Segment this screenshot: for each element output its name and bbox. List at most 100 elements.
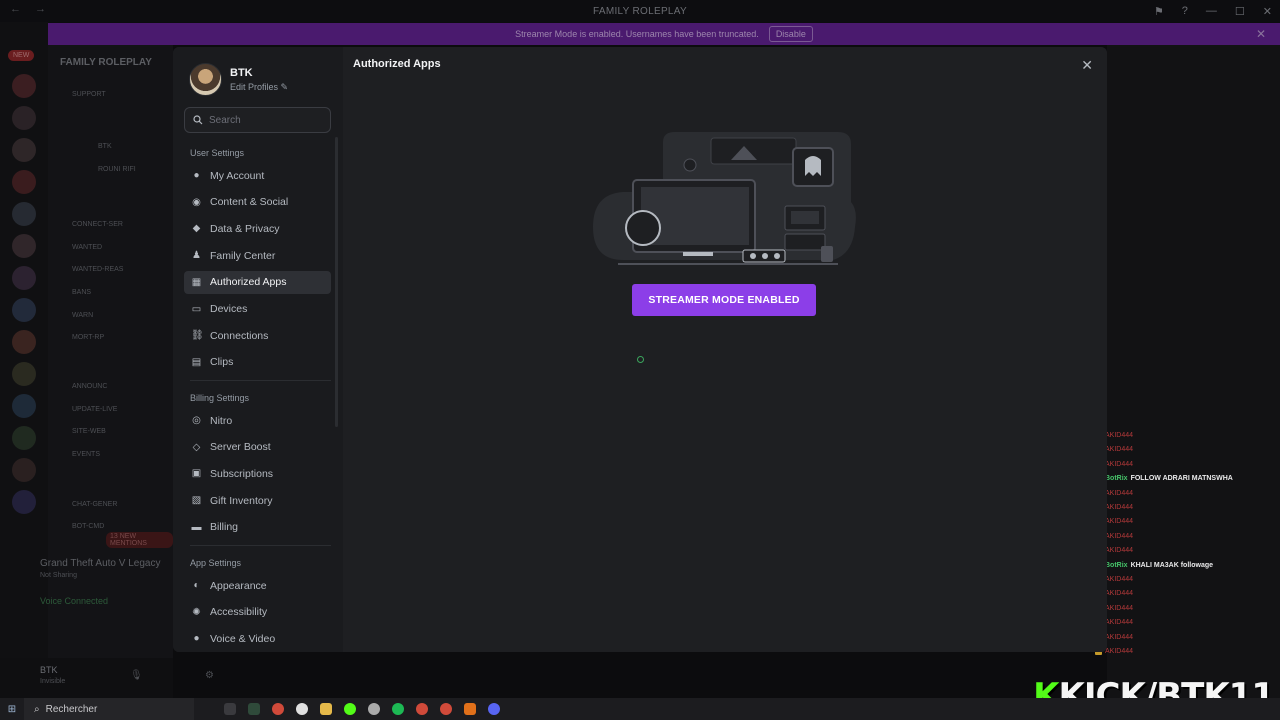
- window-controls: ⚑ ? — ☐ ✕: [1154, 0, 1272, 22]
- channel-item[interactable]: ANNOUNC: [72, 383, 107, 390]
- channel-item[interactable]: SITE-WEB: [72, 428, 106, 435]
- app-icon[interactable]: [464, 703, 476, 715]
- banner-close-icon[interactable]: ✕: [1256, 27, 1266, 41]
- sidebar-item-accessibility[interactable]: ✺ Accessibility: [184, 601, 331, 624]
- chat-username[interactable]: AKID444: [1105, 446, 1133, 453]
- chat-username[interactable]: BotRix: [1105, 475, 1128, 482]
- chat-username[interactable]: AKID444: [1105, 648, 1133, 655]
- inbox-icon[interactable]: ⚑: [1154, 5, 1164, 18]
- server-icon[interactable]: [12, 298, 36, 322]
- chat-username[interactable]: AKID444: [1105, 590, 1133, 597]
- maximize-button[interactable]: ☐: [1235, 5, 1245, 18]
- chrome-icon[interactable]: [272, 703, 284, 715]
- sidebar-item-my-account[interactable]: ● My Account: [184, 164, 331, 187]
- chat-username[interactable]: AKID444: [1105, 490, 1133, 497]
- sidebar-item-family-center[interactable]: ♟ Family Center: [184, 244, 331, 267]
- channel-item[interactable]: WANTED-REAS: [72, 266, 123, 273]
- spotify-icon[interactable]: [392, 703, 404, 715]
- kick-app-icon[interactable]: [344, 703, 356, 715]
- back-arrow-icon[interactable]: ←: [10, 3, 21, 15]
- sidebar-item-subscriptions[interactable]: ▣ Subscriptions: [184, 462, 331, 485]
- channel-item[interactable]: CONNECT-SER: [72, 221, 123, 228]
- sidebar-item-data-privacy[interactable]: ◆ Data & Privacy: [184, 217, 331, 240]
- help-icon[interactable]: ?: [1182, 5, 1188, 17]
- sidebar-item-appearance[interactable]: ◐ Appearance: [184, 574, 331, 597]
- server-icon[interactable]: [12, 330, 36, 354]
- channel-item[interactable]: BTK: [98, 143, 112, 150]
- sidebar-item-clips[interactable]: ▤ Clips: [184, 351, 331, 374]
- avatar: [189, 63, 222, 96]
- sidebar-item-devices[interactable]: ▭ Devices: [184, 298, 331, 321]
- profile-header[interactable]: BTK Edit Profiles ✎: [189, 63, 288, 96]
- forward-arrow-icon[interactable]: →: [35, 3, 46, 15]
- taskbar-search[interactable]: ⌕ Rechercher: [24, 698, 194, 720]
- server-icon[interactable]: [12, 426, 36, 450]
- channel-item[interactable]: MORT-RP: [72, 334, 104, 341]
- mic-icon[interactable]: 🎙: [130, 670, 143, 681]
- channel-item[interactable]: CHAT-GENER: [72, 501, 117, 508]
- sidebar-item-billing[interactable]: ▬ Billing: [184, 516, 331, 539]
- divider: [190, 380, 331, 381]
- server-icon[interactable]: [12, 170, 36, 194]
- chat-username[interactable]: AKID444: [1105, 432, 1133, 439]
- channel-item[interactable]: ROUNI RIFI: [98, 166, 136, 173]
- channel-item[interactable]: BOT-CMD: [72, 523, 104, 530]
- channel-item[interactable]: BANS: [72, 289, 91, 296]
- channel-item[interactable]: WANTED: [72, 244, 102, 251]
- sidebar-item-nitro[interactable]: ◎ Nitro: [184, 409, 331, 432]
- sidebar-item-voice-video[interactable]: ● Voice & Video: [184, 627, 331, 650]
- close-icon[interactable]: ✕: [1081, 57, 1093, 74]
- app-icon[interactable]: [296, 703, 308, 715]
- edit-profiles-link[interactable]: Edit Profiles ✎: [230, 82, 288, 93]
- chat-username[interactable]: BotRix: [1105, 562, 1128, 569]
- chat-username[interactable]: AKID444: [1105, 518, 1133, 525]
- discord-icon[interactable]: [488, 703, 500, 715]
- windows-start-icon[interactable]: ⊞: [0, 704, 24, 715]
- channel-item[interactable]: UPDATE-LIVE: [72, 406, 117, 413]
- server-icon[interactable]: [12, 74, 36, 98]
- mentions-badge[interactable]: 13 NEW MENTIONS: [106, 532, 173, 548]
- server-icon[interactable]: [12, 394, 36, 418]
- obs-icon[interactable]: [368, 703, 380, 715]
- chrome-icon[interactable]: [416, 703, 428, 715]
- search-icon: [193, 115, 203, 125]
- disable-button[interactable]: Disable: [768, 26, 813, 42]
- close-window-button[interactable]: ✕: [1263, 5, 1272, 18]
- chrome-icon[interactable]: [440, 703, 452, 715]
- server-icon[interactable]: [12, 138, 36, 162]
- chat-username[interactable]: AKID444: [1105, 504, 1133, 511]
- server-icon[interactable]: [12, 106, 36, 130]
- sidebar-item-server-boost[interactable]: ◇ Server Boost: [184, 436, 331, 459]
- server-icon[interactable]: [12, 458, 36, 482]
- content-icon: ◉: [192, 196, 201, 208]
- server-icon[interactable]: [12, 362, 36, 386]
- channel-item[interactable]: WARN: [72, 312, 93, 319]
- chat-username[interactable]: AKID444: [1105, 619, 1133, 626]
- sidebar-item-gift-inventory[interactable]: ▧ Gift Inventory: [184, 489, 331, 512]
- channel-item[interactable]: EVENTS: [72, 451, 100, 458]
- server-icon[interactable]: [12, 234, 36, 258]
- channel-item[interactable]: SUPPORT: [72, 91, 106, 98]
- chat-username[interactable]: AKID444: [1105, 533, 1133, 540]
- sidebar-scrollbar[interactable]: [335, 137, 338, 427]
- minimize-button[interactable]: —: [1206, 5, 1217, 17]
- sidebar-item-content-social[interactable]: ◉ Content & Social: [184, 191, 331, 214]
- settings-gear-icon[interactable]: ⚙: [205, 670, 214, 681]
- settings-search[interactable]: Search: [184, 107, 331, 133]
- sidebar-item-authorized-apps[interactable]: ▦ Authorized Apps: [184, 270, 331, 294]
- app-icon[interactable]: [248, 703, 260, 715]
- mic-icon: ●: [193, 633, 200, 645]
- chat-username[interactable]: AKID444: [1105, 605, 1133, 612]
- chat-username[interactable]: AKID444: [1105, 547, 1133, 554]
- streamer-mode-button[interactable]: STREAMER MODE ENABLED: [632, 284, 816, 316]
- server-icon[interactable]: [12, 490, 36, 514]
- chat-username[interactable]: AKID444: [1105, 576, 1133, 583]
- task-view-icon[interactable]: [224, 703, 236, 715]
- user-settings-modal: BTK Edit Profiles ✎ Search User Settings…: [173, 47, 1107, 652]
- file-explorer-icon[interactable]: [320, 703, 332, 715]
- server-icon[interactable]: [12, 266, 36, 290]
- server-icon[interactable]: [12, 202, 36, 226]
- chat-username[interactable]: AKID444: [1105, 461, 1133, 468]
- chat-username[interactable]: AKID444: [1105, 634, 1133, 641]
- sidebar-item-connections[interactable]: ⛓ Connections: [184, 324, 331, 347]
